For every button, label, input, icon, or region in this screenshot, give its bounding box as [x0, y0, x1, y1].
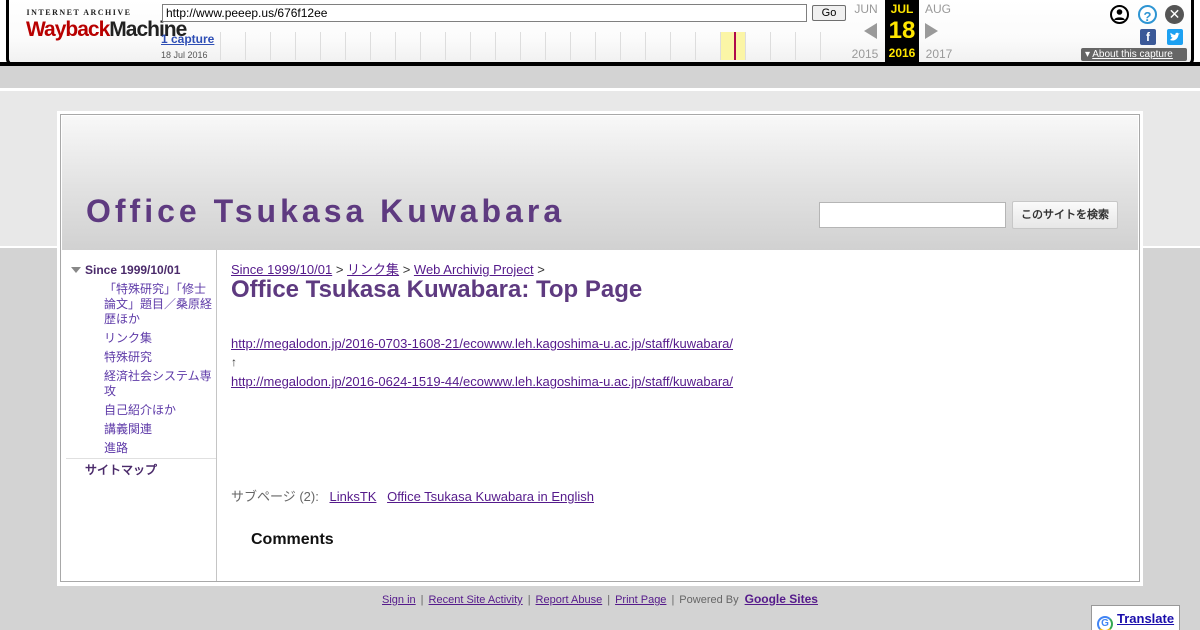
sidebar-item-economic-system[interactable]: 経済社会システム専攻	[104, 369, 214, 399]
subpages: サブページ (2): LinksTK Office Tsukasa Kuwaba…	[231, 486, 594, 505]
subpages-label: サブページ (2):	[231, 489, 319, 504]
wayback-prev-year[interactable]: 2015	[848, 47, 882, 61]
about-capture-button[interactable]: ▾ About this capture	[1081, 48, 1187, 61]
breadcrumb-separator: >	[537, 262, 545, 277]
close-icon[interactable]: ✕	[1165, 5, 1184, 24]
sparkline-month-cell[interactable]	[495, 32, 520, 60]
sparkline-month-cell[interactable]	[245, 32, 270, 60]
user-icon[interactable]	[1110, 5, 1129, 24]
megalodon-link-0703[interactable]: http://megalodon.jp/2016-0703-1608-21/ec…	[231, 336, 733, 351]
sparkline-month-cell[interactable]	[420, 32, 445, 60]
site-search-button[interactable]: このサイトを検索	[1012, 201, 1118, 229]
sidebar-item-profile[interactable]: 「特殊研究」「修士論文」題目／桑原経歴ほか	[104, 282, 214, 327]
footer-print-page-link[interactable]: Print Page	[615, 594, 666, 606]
sparkline-month-cell[interactable]	[395, 32, 420, 60]
sparkline-month-cell[interactable]	[345, 32, 370, 60]
help-icon[interactable]: ?	[1138, 5, 1157, 24]
sidebar-root-label: Since 1999/10/01	[85, 263, 181, 277]
wayback-current-year: 2016	[888, 46, 916, 60]
footer-google-sites-link[interactable]: Google Sites	[745, 592, 818, 606]
sparkline-month-cell[interactable]	[445, 32, 470, 60]
wayback-logo-main: WaybackMachine	[24, 18, 187, 42]
sparkline-month-cell[interactable]	[270, 32, 295, 60]
translate-widget[interactable]: G Translate	[1091, 605, 1180, 630]
wayback-logo-top: INTERNET ARCHIVE	[26, 8, 132, 17]
sidebar-item-special-research[interactable]: 特殊研究	[104, 350, 214, 365]
sparkline-month-cell[interactable]	[295, 32, 320, 60]
wayback-sparkline[interactable]	[220, 32, 848, 60]
wayback-go-button[interactable]: Go	[812, 5, 846, 21]
page-title: Office Tsukasa Kuwabara: Top Page	[231, 276, 643, 303]
breadcrumb-web-archiving[interactable]: Web Archivig Project	[414, 262, 534, 277]
footer-separator: |	[420, 594, 424, 606]
sparkline-month-cell[interactable]	[545, 32, 570, 60]
wayback-toolbar: INTERNET ARCHIVE WaybackMachine Go 1 cap…	[0, 0, 1200, 66]
breadcrumb-separator: >	[402, 262, 411, 277]
wayback-current-date: JUL 18 2016	[885, 0, 919, 62]
page-background-top	[0, 66, 1200, 88]
footer-sign-in-link[interactable]: Sign in	[382, 594, 416, 606]
wayback-url-input[interactable]	[162, 4, 807, 22]
sparkline-capture-marker[interactable]	[734, 32, 736, 60]
sidebar-sitemap-link[interactable]: サイトマップ	[85, 461, 157, 478]
sidebar-root-item[interactable]: Since 1999/10/01	[71, 263, 180, 277]
sparkline-month-cell[interactable]	[470, 32, 495, 60]
wayback-next-arrow-icon[interactable]	[925, 23, 938, 39]
wayback-next-year[interactable]: 2017	[922, 47, 956, 61]
wayback-capture-date: 18 Jul 2016	[161, 50, 208, 60]
subpage-link-english[interactable]: Office Tsukasa Kuwabara in English	[387, 489, 594, 504]
breadcrumb-links[interactable]: リンク集	[347, 262, 399, 277]
wayback-logo[interactable]: INTERNET ARCHIVE WaybackMachine	[24, 8, 187, 52]
footer-recent-activity-link[interactable]: Recent Site Activity	[429, 594, 523, 606]
breadcrumb-since-1999[interactable]: Since 1999/10/01	[231, 262, 332, 277]
site-title[interactable]: Office Tsukasa Kuwabara	[86, 193, 565, 230]
twitter-icon[interactable]	[1167, 29, 1183, 45]
wayback-captures-count[interactable]: 1 capture	[161, 32, 214, 46]
sidebar-item-career[interactable]: 進路	[104, 441, 214, 456]
footer-report-abuse-link[interactable]: Report Abuse	[536, 594, 603, 606]
wayback-prev-month[interactable]: JUN	[849, 2, 883, 16]
site-footer: Sign in | Recent Site Activity | Report Abus…	[0, 592, 1200, 606]
sparkline-month-cell[interactable]	[695, 32, 720, 60]
footer-separator: |	[527, 594, 531, 606]
sparkline-current-month[interactable]	[721, 32, 745, 60]
footer-separator: |	[671, 594, 675, 606]
sparkline-month-cell[interactable]	[320, 32, 345, 60]
facebook-icon[interactable]: f	[1140, 29, 1156, 45]
sparkline-month-cell[interactable]	[570, 32, 595, 60]
sparkline-month-cell[interactable]	[670, 32, 695, 60]
sparkline-month-cell[interactable]	[770, 32, 795, 60]
sidebar-item-self-introduction[interactable]: 自己紹介ほか	[104, 403, 214, 418]
sparkline-month-cell[interactable]	[520, 32, 545, 60]
wayback-logo-word-a: Wayback	[26, 18, 110, 41]
sparkline-month-cell[interactable]	[745, 32, 770, 60]
sparkline-month-cell[interactable]	[370, 32, 395, 60]
megalodon-link-0624[interactable]: http://megalodon.jp/2016-0624-1519-44/ec…	[231, 374, 733, 389]
subpage-link-linkstk[interactable]: LinksTK	[329, 489, 376, 504]
sparkline-month-cell[interactable]	[620, 32, 645, 60]
sparkline-month-cell[interactable]	[795, 32, 820, 60]
about-capture-label: About this capture	[1092, 49, 1173, 60]
site-search-input[interactable]	[819, 202, 1006, 228]
wayback-current-month: JUL	[890, 2, 914, 16]
wayback-captures-link[interactable]: 1 capture	[161, 32, 214, 46]
sparkline-month-cell[interactable]	[645, 32, 670, 60]
sparkline-month-cell[interactable]	[595, 32, 620, 60]
footer-powered-by: Powered By	[679, 594, 739, 606]
footer-separator: |	[607, 594, 611, 606]
breadcrumb-separator: >	[335, 262, 344, 277]
wayback-prev-arrow-icon[interactable]	[864, 23, 877, 39]
google-g-icon: G	[1097, 616, 1113, 630]
sidebar-item-lectures[interactable]: 講義関連	[104, 422, 214, 437]
wayback-current-day: 18	[888, 17, 916, 44]
wayback-next-month[interactable]: AUG	[921, 2, 955, 16]
translate-link[interactable]: Translate	[1117, 611, 1174, 626]
sidebar-divider	[66, 458, 216, 459]
sparkline-month-cell[interactable]	[220, 32, 245, 60]
up-arrow-text: ↑	[231, 355, 237, 369]
sidebar-item-links[interactable]: リンク集	[104, 331, 214, 346]
comments-heading: Comments	[251, 531, 334, 548]
triangle-down-icon[interactable]	[71, 267, 81, 273]
sparkline-month-cell[interactable]	[820, 32, 845, 60]
